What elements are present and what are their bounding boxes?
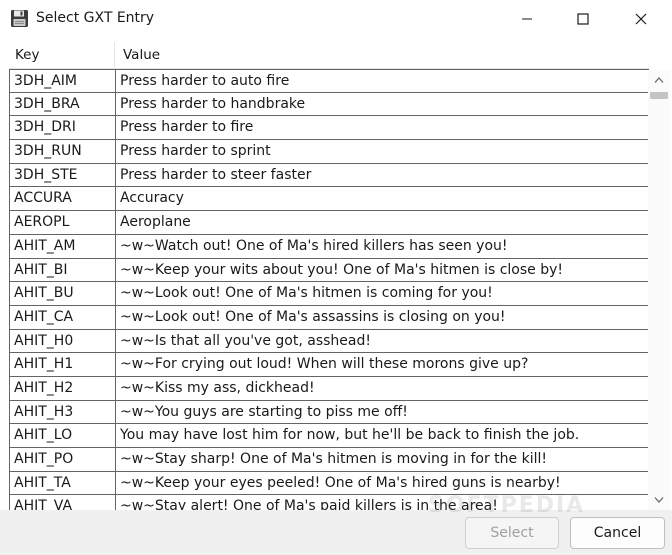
table-row[interactable]: AHIT_H2 ~w~Kiss my ass, dickhead!: [9, 376, 649, 401]
row-key: AHIT_PO: [10, 448, 116, 471]
row-value: ~w~Kiss my ass, dickhead!: [120, 379, 315, 396]
close-button[interactable]: [612, 0, 670, 38]
row-value: ~w~Look out! One of Ma's assassins is cl…: [120, 308, 506, 325]
minimize-icon: [522, 18, 532, 20]
maximize-button[interactable]: [554, 0, 612, 38]
row-value: Press harder to fire: [120, 119, 254, 136]
table-row[interactable]: AHIT_H1 ~w~For crying out loud! When will…: [9, 353, 649, 377]
table-row[interactable]: AHIT_BI ~w~Keep your wits about you! One …: [9, 258, 649, 283]
column-header-key[interactable]: Key: [9, 42, 115, 69]
cancel-button[interactable]: Cancel: [570, 517, 665, 549]
row-key: AHIT_H2: [10, 376, 116, 400]
row-value: Press harder to auto fire: [120, 73, 290, 89]
table-row[interactable]: AHIT_TA ~w~Keep your eyes peeled! One of …: [9, 471, 649, 496]
row-value: ~w~Look out! One of Ma's hitmen is comin…: [120, 285, 493, 302]
row-value: Aeroplane: [120, 214, 191, 231]
table-row[interactable]: AHIT_H0 ~w~Is that all you've got, asshea…: [9, 329, 649, 354]
table-row[interactable]: AHIT_CA ~w~Look out! One of Ma's assassin…: [9, 305, 649, 330]
list-header: Key Value: [9, 42, 649, 69]
row-key: AHIT_LO: [10, 424, 116, 447]
scroll-up-button[interactable]: [648, 70, 670, 90]
chevron-up-icon: [654, 77, 664, 83]
row-value: ~w~Watch out! One of Ma's hired killers …: [120, 237, 508, 254]
column-header-value[interactable]: Value: [115, 42, 649, 69]
row-key: AHIT_BI: [10, 258, 116, 282]
row-key: AHIT_VA: [10, 495, 116, 510]
row-value: ~w~Keep your wits about you! One of Ma's…: [120, 261, 563, 278]
row-key: 3DH_AIM: [10, 70, 116, 92]
chevron-down-icon: [654, 497, 664, 503]
row-key: AHIT_AM: [10, 234, 116, 258]
title-bar: Select GXT Entry: [0, 0, 672, 38]
row-key: AHIT_BU: [10, 282, 116, 305]
table-row[interactable]: ACCURA Accuracy: [9, 187, 649, 212]
row-key: 3DH_BRA: [10, 92, 116, 116]
floppy-disk-icon: [11, 10, 28, 27]
row-value: Accuracy: [120, 190, 184, 207]
row-value: ~w~You guys are starting to piss me off!: [120, 403, 408, 420]
table-row[interactable]: 3DH_BRA Press harder to handbrake: [9, 92, 649, 117]
scroll-thumb[interactable]: [650, 92, 668, 99]
table-row[interactable]: AHIT_PO ~w~Stay sharp! One of Ma's hitmen…: [9, 448, 649, 472]
row-value: ~w~Is that all you've got, asshead!: [120, 332, 371, 349]
table-row[interactable]: AHIT_AM ~w~Watch out! One of Ma's hired k…: [9, 234, 649, 259]
table-row[interactable]: AHIT_BU ~w~Look out! One of Ma's hitmen i…: [9, 282, 649, 306]
row-key: AHIT_H3: [10, 400, 116, 424]
scroll-down-button[interactable]: [648, 490, 670, 510]
row-value: Press harder to steer faster: [120, 166, 312, 183]
select-button[interactable]: Select: [465, 517, 559, 549]
row-value: Press harder to handbrake: [120, 95, 306, 112]
table-row[interactable]: 3DH_RUN Press harder to sprint: [9, 140, 649, 164]
row-value: Press harder to sprint: [120, 143, 271, 160]
vertical-scrollbar[interactable]: [648, 70, 670, 510]
row-key: AEROPL: [10, 211, 116, 234]
table-row[interactable]: 3DH_AIM Press harder to auto fire: [9, 69, 649, 93]
list-rows: 3DH_AIM Press harder to auto fire 3DH_BRA P…: [9, 69, 649, 510]
row-key: 3DH_DRI: [10, 116, 116, 140]
row-key: 3DH_RUN: [10, 140, 116, 163]
row-key: AHIT_CA: [10, 305, 116, 329]
table-row[interactable]: 3DH_DRI Press harder to fire: [9, 116, 649, 141]
row-value: ~w~Stay sharp! One of Ma's hitmen is mov…: [120, 451, 547, 467]
table-row[interactable]: AEROPL Aeroplane: [9, 211, 649, 235]
row-key: AHIT_H1: [10, 353, 116, 376]
row-key: AHIT_H0: [10, 329, 116, 353]
gxt-entry-list[interactable]: Key Value 3DH_AIM Press harder to auto fi…: [9, 42, 672, 510]
row-value: ~w~Keep your eyes peeled! One of Ma's hi…: [120, 474, 561, 491]
watermark: SOFTPEDIA: [428, 493, 586, 518]
row-value: You may have lost him for now, but he'll…: [120, 427, 580, 444]
row-value: ~w~For crying out loud! When will these …: [120, 356, 529, 373]
close-icon: [635, 13, 647, 25]
row-key: 3DH_STE: [10, 163, 116, 187]
maximize-icon: [577, 13, 589, 25]
row-key: AHIT_TA: [10, 471, 116, 495]
table-row[interactable]: AHIT_H3 ~w~You guys are starting to piss …: [9, 400, 649, 425]
minimize-button[interactable]: [498, 0, 556, 38]
table-row[interactable]: 3DH_STE Press harder to steer faster: [9, 163, 649, 188]
table-row[interactable]: AHIT_LO You may have lost him for now, bu…: [9, 424, 649, 448]
window-title: Select GXT Entry: [36, 10, 155, 26]
row-key: ACCURA: [10, 187, 116, 211]
